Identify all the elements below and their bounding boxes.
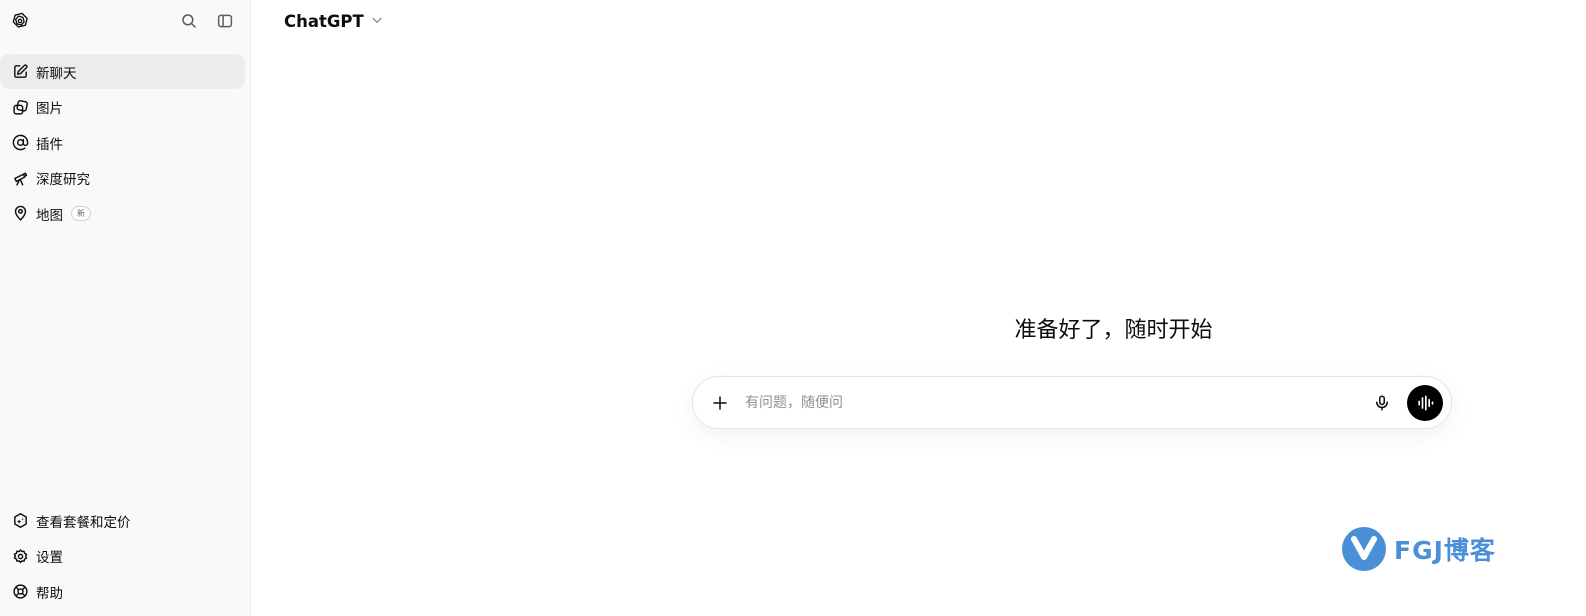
message-input[interactable]	[745, 394, 1369, 411]
app-window: 新聊天 图片 插件 深度研究 地图 新 查看套餐和定价 设置 帮助 ChatGP…	[0, 0, 1586, 616]
compose-icon	[11, 63, 29, 81]
microphone-icon[interactable]	[1369, 390, 1395, 416]
sidebar-nav: 新聊天 图片 插件 深度研究 地图 新	[0, 42, 250, 232]
sidebar-toggle-icon[interactable]	[214, 10, 236, 32]
watermark-logo: FGJ博客	[1340, 522, 1538, 576]
voice-mode-icon[interactable]	[1407, 384, 1443, 421]
map-pin-icon	[11, 205, 29, 223]
sidebar-item-images[interactable]: 图片	[0, 90, 245, 125]
sidebar-item-label: 深度研究	[36, 172, 90, 189]
openai-logo-icon[interactable]	[9, 10, 31, 32]
sidebar-item-label: 帮助	[36, 585, 63, 602]
sidebar-item-label: 新聊天	[36, 65, 77, 82]
new-badge: 新	[71, 206, 91, 222]
sidebar-header	[0, 0, 250, 42]
sidebar-item-deep-research[interactable]: 深度研究	[0, 161, 245, 196]
sidebar-item-help[interactable]: 帮助	[0, 574, 245, 609]
model-name: ChatGPT	[284, 11, 364, 31]
watermark-text: FGJ博客	[1394, 536, 1496, 565]
telescope-icon	[11, 169, 29, 187]
main-panel: ChatGPT 准备好了，随时开始 FGJ博客	[251, 0, 1586, 616]
images-icon	[11, 98, 29, 116]
page-title: 准备好了，随时开始	[1014, 318, 1213, 343]
sidebar-item-map[interactable]: 地图 新	[0, 196, 245, 231]
sidebar-footer: 查看套餐和定价 设置 帮助	[0, 503, 245, 610]
sidebar-item-label: 地图	[36, 207, 63, 224]
search-icon[interactable]	[178, 10, 200, 32]
topbar: ChatGPT	[251, 0, 1586, 42]
gear-icon	[11, 547, 29, 565]
watermark-badge-icon	[1342, 527, 1386, 571]
plus-icon[interactable]	[707, 390, 733, 416]
sidebar-item-label: 插件	[36, 136, 63, 153]
sidebar-item-label: 图片	[36, 101, 63, 118]
model-selector[interactable]: ChatGPT	[284, 12, 384, 31]
sidebar-item-label: 查看套餐和定价	[36, 514, 131, 531]
at-icon	[11, 134, 29, 152]
chat-composer	[692, 376, 1452, 429]
lifebuoy-icon	[11, 583, 29, 601]
chevron-down-icon	[370, 12, 384, 31]
sidebar-item-plugins[interactable]: 插件	[0, 125, 245, 160]
sidebar-item-settings[interactable]: 设置	[0, 539, 245, 574]
sidebar-item-plans[interactable]: 查看套餐和定价	[0, 503, 245, 538]
sidebar-item-label: 设置	[36, 550, 63, 567]
sidebar: 新聊天 图片 插件 深度研究 地图 新 查看套餐和定价 设置 帮助	[0, 0, 251, 616]
sidebar-item-new-chat[interactable]: 新聊天	[0, 54, 245, 89]
upgrade-icon	[11, 512, 29, 530]
